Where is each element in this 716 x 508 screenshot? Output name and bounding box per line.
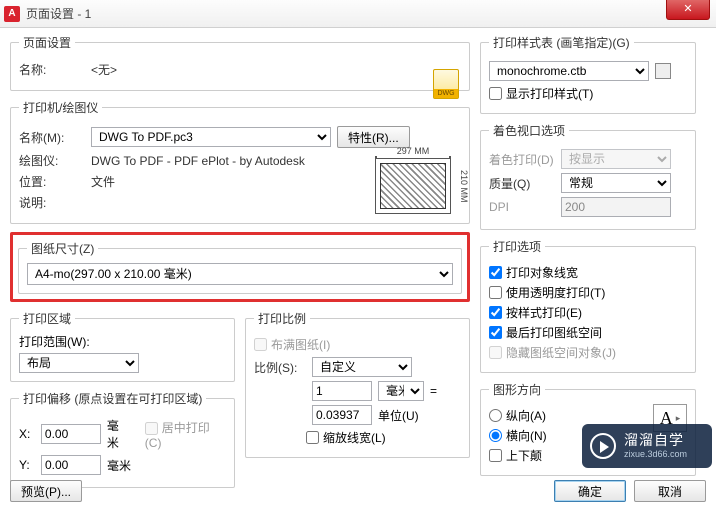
preview-button[interactable]: 预览(P)... bbox=[10, 480, 82, 502]
cancel-button[interactable]: 取消 bbox=[634, 480, 706, 502]
quality-select[interactable]: 常规 bbox=[561, 173, 671, 193]
play-icon bbox=[590, 433, 616, 459]
scale-group: 打印比例 布满图纸(I) 比例(S): 自定义 毫米 = bbox=[245, 310, 470, 458]
quality-label: 质量(Q) bbox=[489, 175, 555, 192]
dialog-footer: 预览(P)... 确定 取消 bbox=[10, 480, 706, 502]
printer-properties-button[interactable]: 特性(R)... bbox=[337, 126, 410, 148]
printer-name-select[interactable]: DWG To PDF.pc3 bbox=[91, 127, 331, 147]
scale-unit-input[interactable] bbox=[312, 405, 372, 425]
title-bar: A 页面设置 - 1 ✕ bbox=[0, 0, 716, 28]
paper-preview-icon bbox=[375, 158, 451, 214]
location-value: 文件 bbox=[91, 173, 115, 190]
paper-width-label: 297 MM bbox=[375, 146, 451, 156]
dpi-input bbox=[561, 197, 671, 217]
close-button[interactable]: ✕ bbox=[666, 0, 710, 20]
print-options-legend: 打印选项 bbox=[489, 238, 545, 255]
paper-size-highlight: 图纸尺寸(Z) A4-mo(297.00 x 210.00 毫米) bbox=[10, 232, 470, 302]
print-range-select[interactable]: 布局 bbox=[19, 353, 139, 373]
page-setup-group: 页面设置 名称: <无> bbox=[10, 34, 470, 91]
style-table-group: 打印样式表 (画笔指定)(G) monochrome.ctb 显示打印样式(T) bbox=[480, 34, 696, 114]
name-value: <无> bbox=[91, 61, 117, 78]
printer-group: 打印机/绘图仪 名称(M): DWG To PDF.pc3 特性(R)... 绘… bbox=[10, 99, 470, 224]
plotter-label: 绘图仪: bbox=[19, 152, 85, 169]
dpi-label: DPI bbox=[489, 200, 555, 214]
equals-label: = bbox=[430, 384, 437, 398]
watermark-url: zixue.3d66.com bbox=[624, 449, 687, 460]
transparency-checkbox[interactable]: 使用透明度打印(T) bbox=[489, 284, 687, 301]
offset-x-input[interactable] bbox=[41, 424, 101, 444]
paper-size-legend: 图纸尺寸(Z) bbox=[27, 240, 98, 257]
paper-size-group: 图纸尺寸(Z) A4-mo(297.00 x 210.00 毫米) bbox=[18, 240, 462, 294]
dwg-file-icon bbox=[433, 69, 459, 99]
portrait-radio[interactable]: 纵向(A) bbox=[489, 407, 647, 424]
paper-height-label: 210 MM bbox=[459, 158, 469, 214]
viewport-group: 着色视口选项 着色打印(D) 按显示 质量(Q) 常规 DPI bbox=[480, 122, 696, 230]
paperspace-last-checkbox[interactable]: 最后打印图纸空间 bbox=[489, 324, 687, 341]
offset-y-input[interactable] bbox=[41, 455, 101, 475]
printer-name-label: 名称(M): bbox=[19, 129, 85, 146]
window-title: 页面设置 - 1 bbox=[26, 5, 91, 22]
show-styles-checkbox[interactable]: 显示打印样式(T) bbox=[489, 85, 687, 102]
fit-to-paper-checkbox: 布满图纸(I) bbox=[254, 336, 461, 353]
scale-lineweights-checkbox[interactable]: 缩放线宽(L) bbox=[306, 429, 461, 446]
printer-legend: 打印机/绘图仪 bbox=[19, 99, 102, 116]
scale-label: 比例(S): bbox=[254, 359, 306, 376]
offset-x-label: X: bbox=[19, 427, 35, 441]
viewport-legend: 着色视口选项 bbox=[489, 122, 569, 139]
offset-y-unit: 毫米 bbox=[107, 457, 131, 474]
print-range-label: 打印范围(W): bbox=[19, 333, 226, 350]
print-area-legend: 打印区域 bbox=[19, 310, 75, 327]
offset-x-unit: 毫米 bbox=[107, 417, 131, 451]
ok-button[interactable]: 确定 bbox=[554, 480, 626, 502]
page-setup-legend: 页面设置 bbox=[19, 34, 75, 51]
style-table-legend: 打印样式表 (画笔指定)(G) bbox=[489, 34, 634, 51]
plot-styles-checkbox[interactable]: 按样式打印(E) bbox=[489, 304, 687, 321]
scale-legend: 打印比例 bbox=[254, 310, 310, 327]
paper-size-select[interactable]: A4-mo(297.00 x 210.00 毫米) bbox=[27, 263, 453, 285]
watermark-brand: 溜溜自学 bbox=[624, 432, 687, 449]
center-print-checkbox: 居中打印(C) bbox=[145, 419, 226, 450]
style-edit-button[interactable] bbox=[655, 63, 671, 79]
lineweights-checkbox[interactable]: 打印对象线宽 bbox=[489, 264, 687, 281]
scale-mm-input[interactable] bbox=[312, 381, 372, 401]
offset-group: 打印偏移 (原点设置在可打印区域) X: 毫米 居中打印(C) Y: 毫米 bbox=[10, 390, 235, 488]
shade-plot-select: 按显示 bbox=[561, 149, 671, 169]
offset-legend: 打印偏移 (原点设置在可打印区域) bbox=[19, 390, 206, 407]
scale-unit-label: 单位(U) bbox=[378, 407, 419, 424]
plotter-value: DWG To PDF - PDF ePlot - by Autodesk bbox=[91, 154, 305, 168]
name-label: 名称: bbox=[19, 61, 85, 78]
print-area-group: 打印区域 打印范围(W): 布局 bbox=[10, 310, 235, 382]
hide-paperspace-checkbox: 隐藏图纸空间对象(J) bbox=[489, 344, 687, 361]
orientation-legend: 图形方向 bbox=[489, 381, 545, 398]
scale-mm-unit-select[interactable]: 毫米 bbox=[378, 381, 424, 401]
offset-y-label: Y: bbox=[19, 458, 35, 472]
description-label: 说明: bbox=[19, 194, 85, 211]
shade-plot-label: 着色打印(D) bbox=[489, 151, 555, 168]
autocad-logo-icon: A bbox=[4, 6, 20, 22]
print-options-group: 打印选项 打印对象线宽 使用透明度打印(T) 按样式打印(E) 最后打印图纸空间… bbox=[480, 238, 696, 373]
paper-preview: 297 MM 210 MM bbox=[373, 158, 461, 226]
watermark-overlay: 溜溜自学 zixue.3d66.com bbox=[582, 424, 712, 468]
style-table-select[interactable]: monochrome.ctb bbox=[489, 61, 649, 81]
location-label: 位置: bbox=[19, 173, 85, 190]
scale-select[interactable]: 自定义 bbox=[312, 357, 412, 377]
